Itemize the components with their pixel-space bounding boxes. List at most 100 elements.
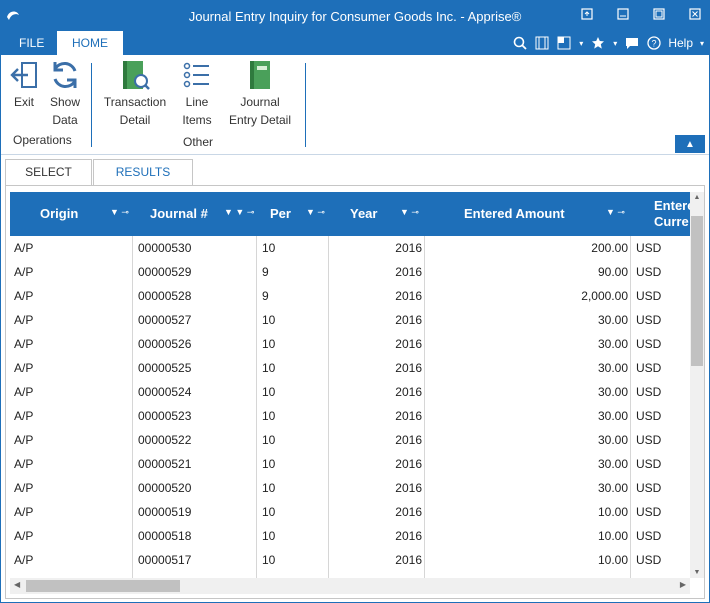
maximize-button[interactable]: [651, 6, 667, 22]
help-dropdown-icon[interactable]: ▾: [699, 35, 705, 51]
table-row[interactable]: A/P 00000526 10 2016 30.00 USD: [10, 332, 686, 356]
cell-origin: A/P: [14, 241, 34, 255]
table-row[interactable]: A/P 00000520 10 2016 30.00 USD: [10, 476, 686, 500]
restore-window-button[interactable]: [579, 6, 595, 22]
cell-origin: A/P: [14, 457, 34, 471]
table-row[interactable]: A/P 00000522 10 2016 30.00 USD: [10, 428, 686, 452]
panel-icon[interactable]: [534, 35, 550, 51]
list-icon: [183, 62, 209, 88]
sort-filter-pin-icon[interactable]: ▼ ▼ ⊸: [224, 207, 254, 218]
tab-select[interactable]: SELECT: [5, 159, 92, 185]
app-window: Journal Entry Inquiry for Consumer Goods…: [0, 0, 710, 603]
cell-journal: 00000518: [138, 529, 192, 543]
cell-year: 2016: [395, 385, 422, 399]
layout-dropdown-icon[interactable]: ▾: [578, 35, 584, 51]
cell-year: 2016: [395, 457, 422, 471]
cell-per: 10: [262, 481, 276, 495]
line-items-label-2: Items: [182, 113, 212, 127]
filter-pin-icon[interactable]: ▼ ⊸: [400, 207, 419, 218]
cell-per: 10: [262, 241, 276, 255]
cell-journal: 00000530: [138, 241, 192, 255]
table-row[interactable]: A/P 00000523 10 2016 30.00 USD: [10, 404, 686, 428]
transaction-detail-button[interactable]: Transaction Detail: [99, 59, 171, 129]
column-header-origin[interactable]: Origin ▼ ⊸: [10, 192, 132, 236]
cell-journal: 00000521: [138, 457, 192, 471]
chat-icon[interactable]: [624, 35, 640, 51]
search-icon[interactable]: [512, 35, 528, 51]
cell-amount: 2,000.00: [581, 289, 628, 303]
table-row[interactable]: A/P 00000528 9 2016 2,000.00 USD: [10, 284, 686, 308]
line-items-button[interactable]: Line Items: [179, 59, 215, 129]
cell-amount: 30.00: [597, 361, 628, 375]
column-label-entered-currency-line1: Entere: [654, 198, 690, 213]
cell-year: 2016: [395, 265, 422, 279]
journal-entry-detail-label-2: Entry Detail: [228, 113, 292, 127]
filter-pin-icon[interactable]: ▼ ⊸: [306, 207, 325, 218]
cell-year: 2016: [395, 553, 422, 567]
scroll-down-icon[interactable]: ▼: [690, 569, 704, 576]
tab-file[interactable]: FILE: [5, 31, 58, 55]
cell-origin: A/P: [14, 553, 34, 567]
table-row[interactable]: A/P 00000527 10 2016 30.00 USD: [10, 308, 686, 332]
cell-origin: A/P: [14, 361, 34, 375]
cell-origin: A/P: [14, 313, 34, 327]
cell-per: 10: [262, 457, 276, 471]
column-header-journal[interactable]: Journal # ▼ ▼ ⊸: [132, 192, 256, 236]
minimize-button[interactable]: [615, 6, 631, 22]
layout-icon[interactable]: [556, 35, 572, 51]
tab-results[interactable]: RESULTS: [93, 159, 193, 185]
cell-amount: 30.00: [597, 409, 628, 423]
cell-origin: A/P: [14, 337, 34, 351]
filter-pin-icon[interactable]: ▼ ⊸: [606, 207, 625, 218]
cell-origin: A/P: [14, 433, 34, 447]
table-row[interactable]: A/P 00000529 9 2016 90.00 USD: [10, 260, 686, 284]
scroll-right-icon[interactable]: ▶: [680, 580, 686, 589]
exit-button[interactable]: Exit: [7, 59, 41, 111]
cell-journal: 00000519: [138, 505, 192, 519]
cell-amount: 10.00: [597, 529, 628, 543]
column-header-entered-currency[interactable]: Entere Curre: [630, 192, 690, 236]
cell-amount: 10.00: [597, 505, 628, 519]
filter-pin-icon[interactable]: ▼ ⊸: [110, 207, 129, 218]
scroll-up-icon[interactable]: ▲: [690, 194, 704, 201]
tab-home[interactable]: HOME: [57, 31, 123, 55]
help-label[interactable]: Help: [668, 36, 693, 50]
journal-entry-detail-button[interactable]: Journal Entry Detail: [223, 59, 297, 129]
close-button[interactable]: [687, 6, 703, 22]
cell-currency: USD: [636, 481, 662, 495]
table-row[interactable]: A/P 00000518 10 2016 10.00 USD: [10, 524, 686, 548]
cell-amount: 200.00: [591, 241, 628, 255]
favorites-dropdown-icon[interactable]: ▾: [612, 35, 618, 51]
collapse-ribbon-button[interactable]: ▲: [675, 135, 705, 153]
table-row[interactable]: A/P 00000517 10 2016 10.00 USD: [10, 548, 686, 572]
cell-journal: 00000528: [138, 289, 192, 303]
table-row[interactable]: A/P 00000525 10 2016 30.00 USD: [10, 356, 686, 380]
horizontal-scrollbar[interactable]: ◀ ▶: [10, 578, 690, 594]
cell-journal: 00000529: [138, 265, 192, 279]
help-icon[interactable]: ?: [646, 35, 662, 51]
column-header-year[interactable]: Year ▼ ⊸: [328, 192, 424, 236]
show-data-button[interactable]: Show Data: [45, 59, 85, 129]
column-header-per[interactable]: Per ▼ ⊸: [256, 192, 328, 236]
cell-per: 10: [262, 313, 276, 327]
vertical-scroll-thumb[interactable]: [691, 216, 703, 366]
cell-per: 10: [262, 409, 276, 423]
table-row[interactable]: A/P 00000530 10 2016 200.00 USD: [10, 236, 686, 260]
vertical-scrollbar[interactable]: ▲ ▼: [690, 192, 704, 578]
table-row[interactable]: A/P 00000524 10 2016 30.00 USD: [10, 380, 686, 404]
favorites-star-icon[interactable]: [590, 35, 606, 51]
grid-body: A/P 00000530 10 2016 200.00 USD A/P 00000529 9 20…: [10, 236, 686, 578]
close-icon: [689, 8, 701, 20]
quick-access-toolbar: ▾ ▾ ? Help ▾: [512, 35, 705, 51]
horizontal-scroll-thumb[interactable]: [26, 580, 180, 592]
cell-year: 2016: [395, 313, 422, 327]
column-header-entered-amount[interactable]: Entered Amount ▼ ⊸: [424, 192, 630, 236]
table-row[interactable]: A/P 00000519 10 2016 10.00 USD: [10, 500, 686, 524]
table-row[interactable]: A/P 00000521 10 2016 30.00 USD: [10, 452, 686, 476]
journal-entry-detail-label-1: Journal: [240, 95, 280, 109]
cell-journal: 00000522: [138, 433, 192, 447]
scroll-left-icon[interactable]: ◀: [14, 580, 20, 589]
column-label-entered-currency-line2: Curre: [654, 214, 689, 229]
cell-year: 2016: [395, 481, 422, 495]
refresh-icon: [53, 62, 77, 88]
